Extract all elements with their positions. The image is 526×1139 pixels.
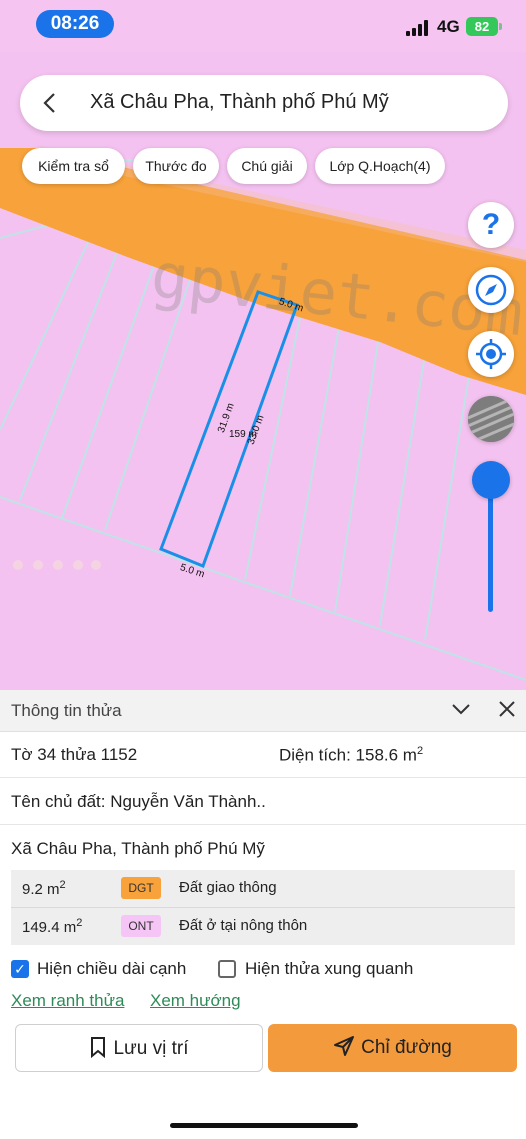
- land-use-description: Đất ở tại nông thôn: [179, 917, 308, 934]
- land-use-description: Đất giao thông: [179, 879, 277, 896]
- chip-legend[interactable]: Chú giải: [227, 148, 307, 184]
- network-type: 4G: [437, 17, 460, 36]
- parcel-address: Xã Châu Pha, Thành phố Phú Mỹ: [11, 839, 265, 858]
- status-bar: 08:26 4G 82: [0, 0, 526, 52]
- send-icon: [334, 1036, 355, 1056]
- compass-icon: [475, 274, 507, 306]
- land-use-row: 149.4 m2 ONT Đất ở tại nông thôn: [11, 907, 515, 945]
- land-use-code: DGT: [121, 877, 161, 899]
- show-edge-length-label[interactable]: Hiện chiều dài cạnh: [37, 959, 186, 979]
- land-use-area: 9.2 m2: [22, 879, 66, 898]
- panel-title: Thông tin thửa: [11, 701, 122, 720]
- owner-row: Tên chủ đất: Nguyễn Văn Thành..: [0, 778, 526, 825]
- back-icon[interactable]: [34, 87, 66, 119]
- home-indicator[interactable]: [170, 1123, 358, 1128]
- land-use-row: 9.2 m2 DGT Đất giao thông: [11, 870, 515, 907]
- help-button[interactable]: ?: [468, 202, 514, 248]
- close-icon[interactable]: [494, 696, 520, 722]
- opacity-slider-thumb[interactable]: [472, 461, 510, 499]
- land-use-code: ONT: [121, 915, 161, 937]
- location-title: Xã Châu Pha, Thành phố Phú Mỹ: [90, 91, 389, 113]
- satellite-layer-button[interactable]: [468, 396, 514, 442]
- land-use-table: 9.2 m2 DGT Đất giao thông 149.4 m2 ONT Đ…: [11, 870, 515, 945]
- crosshair-icon: [476, 339, 506, 369]
- compass-button[interactable]: [468, 267, 514, 313]
- owner-name: Tên chủ đất: Nguyễn Văn Thành..: [11, 792, 266, 811]
- bookmark-icon: [91, 1037, 106, 1059]
- show-neighbors-label[interactable]: Hiện thửa xung quanh: [245, 959, 413, 979]
- chevron-down-icon[interactable]: [448, 696, 474, 722]
- chip-planning-layers[interactable]: Lớp Q.Hoạch(4): [315, 148, 445, 184]
- view-boundary-link[interactable]: Xem ranh thửa: [11, 991, 124, 1011]
- panel-header: Thông tin thửa: [0, 690, 526, 732]
- map-markers: [13, 560, 101, 570]
- chip-ruler[interactable]: Thước đo: [133, 148, 219, 184]
- parcel-id-row: Tờ 34 thửa 1152 Diện tích: 158.6 m2: [0, 732, 526, 778]
- land-use-area: 149.4 m2: [22, 917, 83, 936]
- help-icon: ?: [481, 208, 501, 241]
- parcel-area-label: 159 m: [229, 429, 257, 440]
- chip-check-book[interactable]: Kiểm tra sổ: [22, 148, 125, 184]
- show-neighbors-checkbox[interactable]: [218, 960, 236, 978]
- my-location-button[interactable]: [468, 331, 514, 377]
- battery-icon: 82: [466, 17, 502, 36]
- view-direction-link[interactable]: Xem hướng: [150, 991, 241, 1011]
- show-edge-length-checkbox[interactable]: ✓: [11, 960, 29, 978]
- signal-icon: [406, 20, 432, 36]
- sheet-parcel: Tờ 34 thửa 1152: [11, 745, 138, 764]
- directions-button[interactable]: Chỉ đường: [268, 1024, 517, 1072]
- location-search-bar[interactable]: Xã Châu Pha, Thành phố Phú Mỹ: [20, 75, 508, 131]
- clock: 08:26: [36, 10, 114, 38]
- satellite-layer-icon: [468, 396, 514, 442]
- parcel-info-panel: Thông tin thửa Tờ 34 thửa 1152 Diện tích…: [0, 690, 526, 1139]
- save-location-button[interactable]: Lưu vị trí: [15, 1024, 263, 1072]
- area-value: Diện tích: 158.6 m2: [279, 745, 424, 765]
